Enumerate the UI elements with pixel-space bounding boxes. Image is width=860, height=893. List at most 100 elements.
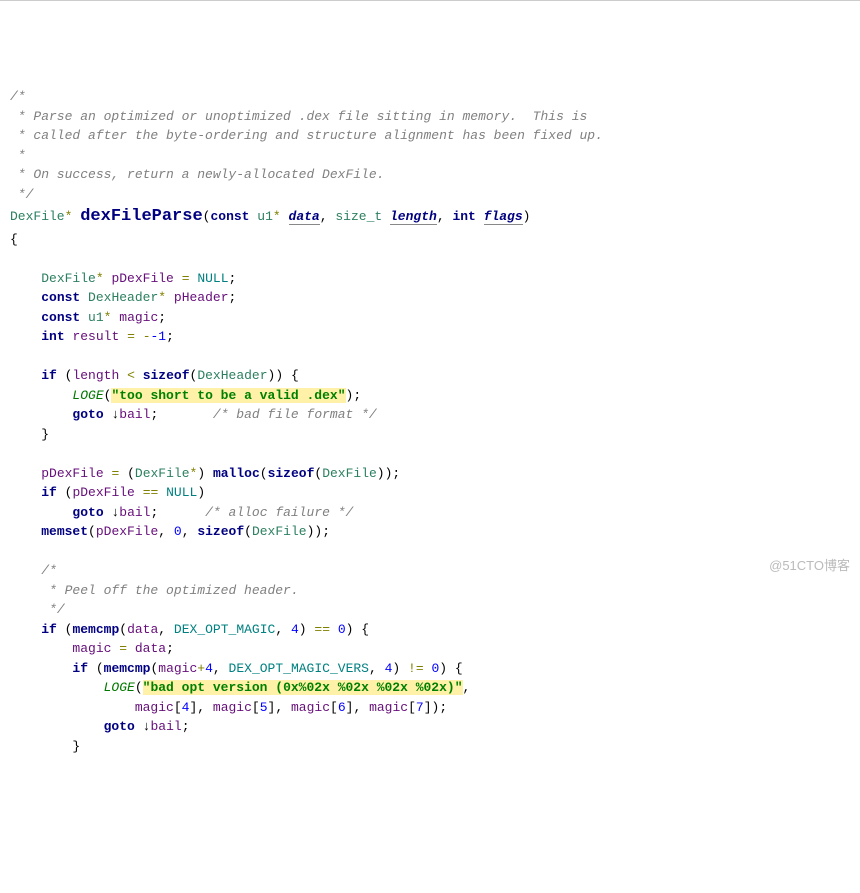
type: size_t bbox=[335, 209, 382, 224]
semi: ; bbox=[322, 524, 330, 539]
code-block: /* * Parse an optimized or unoptimized .… bbox=[10, 87, 850, 756]
semi: ; bbox=[166, 641, 174, 656]
label-bail[interactable]: bail bbox=[119, 407, 150, 422]
bracket: ] bbox=[268, 700, 276, 715]
comment-line: * called after the byte-ordering and str… bbox=[10, 128, 603, 143]
comma: , bbox=[158, 622, 166, 637]
paren: ( bbox=[88, 524, 96, 539]
comma: , bbox=[320, 209, 328, 224]
star: * bbox=[158, 290, 166, 305]
num: 6 bbox=[338, 700, 346, 715]
string-literal: "bad opt version (0x%02x %02x %02x %02x)… bbox=[143, 680, 463, 695]
paren: ) bbox=[299, 622, 307, 637]
brace: { bbox=[455, 661, 463, 676]
bracket: [ bbox=[174, 700, 182, 715]
comma: , bbox=[463, 680, 471, 695]
type: u1 bbox=[88, 310, 104, 325]
bracket: [ bbox=[252, 700, 260, 715]
paren: ( bbox=[260, 466, 268, 481]
comma: , bbox=[275, 700, 283, 715]
semi: ; bbox=[158, 310, 166, 325]
loge-fn: LOGE bbox=[104, 680, 135, 695]
op: = bbox=[182, 271, 190, 286]
bracket: [ bbox=[408, 700, 416, 715]
if-kw: if bbox=[41, 622, 57, 637]
label-bail[interactable]: bail bbox=[150, 719, 181, 734]
paren: ( bbox=[135, 680, 143, 695]
star: * bbox=[65, 209, 73, 224]
comment-line: * Parse an optimized or unoptimized .dex… bbox=[10, 109, 587, 124]
sizeof-kw: sizeof bbox=[143, 368, 190, 383]
goto-kw: goto bbox=[104, 719, 135, 734]
var-result: result bbox=[72, 329, 119, 344]
semi: ; bbox=[150, 407, 158, 422]
paren: ( bbox=[65, 622, 73, 637]
if-kw: if bbox=[41, 485, 57, 500]
brace: { bbox=[291, 368, 299, 383]
var: magic bbox=[213, 700, 252, 715]
var: length bbox=[72, 368, 119, 383]
paren: ( bbox=[127, 466, 135, 481]
num: 0 bbox=[338, 622, 346, 637]
loge-fn: LOGE bbox=[72, 388, 103, 403]
sizeof-kw: sizeof bbox=[268, 466, 315, 481]
semi: ; bbox=[353, 388, 361, 403]
var: pDexFile bbox=[96, 524, 158, 539]
var: data bbox=[127, 622, 158, 637]
arrow-down-icon: ↓ bbox=[143, 719, 151, 734]
type: DexFile bbox=[252, 524, 307, 539]
comment-line: * bbox=[10, 148, 26, 163]
type: DexHeader bbox=[88, 290, 158, 305]
num: -1 bbox=[151, 329, 167, 344]
param-data[interactable]: data bbox=[289, 209, 320, 225]
paren: ) bbox=[346, 622, 354, 637]
paren: ) bbox=[392, 661, 400, 676]
type: DexFile bbox=[41, 271, 96, 286]
macro: DEX_OPT_MAGIC bbox=[174, 622, 275, 637]
label-bail[interactable]: bail bbox=[119, 505, 150, 520]
num: 4 bbox=[205, 661, 213, 676]
param-length[interactable]: length bbox=[390, 209, 437, 225]
brace: } bbox=[41, 427, 49, 442]
type: DexFile bbox=[135, 466, 190, 481]
macro: DEX_OPT_MAGIC_VERS bbox=[229, 661, 369, 676]
var: magic bbox=[135, 700, 174, 715]
goto-kw: goto bbox=[72, 505, 103, 520]
goto-kw: goto bbox=[72, 407, 103, 422]
param-flags[interactable]: flags bbox=[484, 209, 523, 225]
bracket: ] bbox=[189, 700, 197, 715]
op: != bbox=[408, 661, 424, 676]
op: = bbox=[111, 466, 119, 481]
const-kw: const bbox=[210, 209, 249, 224]
paren: ( bbox=[119, 622, 127, 637]
star: * bbox=[96, 271, 104, 286]
bracket: ] bbox=[346, 700, 354, 715]
sizeof-kw: sizeof bbox=[197, 524, 244, 539]
if-kw: if bbox=[72, 661, 88, 676]
paren: ) bbox=[432, 700, 440, 715]
semi: ; bbox=[182, 719, 190, 734]
comma: , bbox=[369, 661, 377, 676]
num: 4 bbox=[182, 700, 190, 715]
paren: ( bbox=[96, 661, 104, 676]
function-name[interactable]: dexFileParse bbox=[80, 207, 202, 226]
paren: ) bbox=[439, 661, 447, 676]
bracket: [ bbox=[330, 700, 338, 715]
malloc-fn: malloc bbox=[213, 466, 260, 481]
op: == bbox=[314, 622, 330, 637]
comma: , bbox=[275, 622, 283, 637]
type: u1 bbox=[257, 209, 273, 224]
comment-line: */ bbox=[10, 187, 33, 202]
semi: ; bbox=[392, 466, 400, 481]
op: < bbox=[127, 368, 135, 383]
paren: ) bbox=[523, 209, 531, 224]
var: magic bbox=[158, 661, 197, 676]
num: 7 bbox=[416, 700, 424, 715]
num: 4 bbox=[291, 622, 299, 637]
paren: ) bbox=[197, 466, 205, 481]
const-kw: const bbox=[41, 310, 80, 325]
comma: , bbox=[182, 524, 190, 539]
memset-fn: memset bbox=[41, 524, 88, 539]
comma: , bbox=[437, 209, 445, 224]
brace: { bbox=[10, 232, 18, 247]
